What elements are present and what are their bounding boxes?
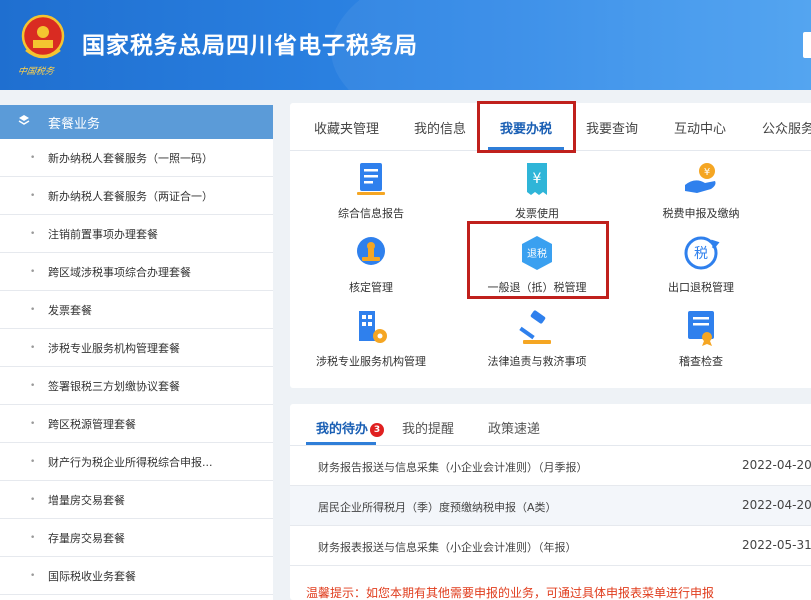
sidebar-item-label: 国际税收业务套餐 [48,569,136,583]
tab-public-service[interactable]: 公众服务 [762,118,811,137]
todo-date: 2022-04-20 [742,458,811,472]
service-label: 税费申报及缴纳 [662,207,740,220]
sidebar-item[interactable]: • 新办纳税人套餐服务（两证合一） [0,177,273,215]
sidebar-item-label: 新办纳税人套餐服务（两证合一） [48,189,213,203]
bullet-icon: • [30,304,36,315]
service-label: 稽查检查 [679,355,723,368]
tab-policy-news[interactable]: 政策速递 [488,418,540,437]
sidebar-item[interactable]: • 跨区税源管理套餐 [0,405,273,443]
tab-highlight-box [477,101,576,153]
bullet-icon: • [30,418,36,429]
sidebar-item[interactable]: • 涉税专业服务机构管理套餐 [0,329,273,367]
sidebar-item-label: 注销前置事项办理套餐 [48,227,158,241]
svg-text:税: 税 [694,246,708,262]
sidebar-title: 套餐业务 [48,116,101,132]
todo-date: 2022-05-31 [742,538,811,552]
sidebar-item[interactable]: • 签署银税三方划缴协议套餐 [0,367,273,405]
site-title: 国家税务总局四川省电子税务局 [82,33,418,59]
bullet-icon: • [30,228,36,239]
sidebar-item-label: 签署银税三方划缴协议套餐 [48,379,180,393]
service-label: 法律追责与救济事项 [487,355,587,368]
bullet-icon: • [30,494,36,505]
bullet-icon: • [30,532,36,543]
inspection-icon [688,311,714,346]
bullet-icon: • [30,342,36,353]
todo-count-badge: 3 [370,423,385,437]
todo-title: 居民企业所得税月（季）度预缴纳税申报（A类） [318,501,557,514]
site-header: 中国税务 国家税务总局四川省电子税务局 [0,0,811,90]
bullet-icon: • [30,152,36,163]
todo-row[interactable]: 居民企业所得税月（季）度预缴纳税申报（A类） 2022-04-20 [290,486,811,526]
todo-panel: 我的待办 3 我的提醒 政策速递 财务报告报送与信息采集（小企业会计准则）（月季报… [290,404,811,600]
header-user-button[interactable] [803,32,811,58]
tab-my-reminders[interactable]: 我的提醒 [402,418,454,437]
tab-label: 我的待办 [316,422,369,437]
sidebar-header[interactable]: 套餐业务 [0,105,273,139]
invoice-icon: ¥ [527,163,547,195]
tab-query[interactable]: 我要查询 [586,118,638,137]
svg-text:¥: ¥ [533,171,542,187]
bullet-icon: • [30,190,36,201]
sidebar-item[interactable]: • 跨区域涉税事项综合办理套餐 [0,253,273,291]
service-legal-remedy[interactable]: 法律追责与救济事项 [452,307,622,369]
active-tab-indicator [306,442,376,445]
svg-text:¥: ¥ [704,167,710,178]
bullet-icon: • [30,570,36,581]
sidebar-item[interactable]: • 注销前置事项办理套餐 [0,215,273,253]
service-comprehensive-report[interactable]: 综合信息报告 [286,159,456,221]
bullet-icon: • [30,456,36,467]
sidebar-item-label: 跨区税源管理套餐 [48,417,136,431]
todo-title: 财务报表报送与信息采集（小企业会计准则）（年报） [318,541,577,554]
sidebar-item-label: 存量房交易套餐 [48,531,125,545]
emblem-caption: 中国税务 [16,67,55,77]
report-icon [357,163,385,195]
sidebar-item[interactable]: • 新办纳税人套餐服务（一照一码） [0,139,273,177]
service-label: 发票使用 [515,207,559,220]
refund-highlight-box [467,221,609,299]
sidebar-item-label: 新办纳税人套餐服务（一照一码） [48,151,213,165]
todo-title: 财务报告报送与信息采集（小企业会计准则）（月季报） [318,461,588,474]
service-invoice-use[interactable]: ¥ 发票使用 [452,159,622,221]
bullet-icon: • [30,380,36,391]
sidebar-item-label: 涉税专业服务机构管理套餐 [48,341,180,355]
tab-interaction[interactable]: 互动中心 [674,118,726,137]
sidebar-item[interactable]: • 增量房交易套餐 [0,481,273,519]
gavel-icon [519,310,551,344]
todo-tabs: 我的待办 3 我的提醒 政策速递 [290,404,811,446]
service-agency-management[interactable]: 涉税专业服务机构管理 [286,307,456,369]
layers-icon [18,114,30,130]
sidebar-item[interactable]: • 财产行为税企业所得税综合申报... [0,443,273,481]
service-tax-declaration[interactable]: ¥ 税费申报及缴纳 [616,159,786,221]
sidebar-item-label: 跨区域涉税事项综合办理套餐 [48,265,191,279]
sidebar-item[interactable]: • 存量房交易套餐 [0,519,273,557]
building-gear-icon [359,311,387,343]
sidebar-item-label: 财产行为税企业所得税综合申报... [48,455,213,469]
sidebar-item-label: 发票套餐 [48,303,92,317]
service-export-refund[interactable]: 税 出口退税管理 [616,233,786,295]
sidebar-item[interactable]: • 国际税收业务套餐 [0,557,273,595]
service-label: 涉税专业服务机构管理 [316,355,426,368]
tab-my-info[interactable]: 我的信息 [414,118,466,137]
services-panel: 收藏夹管理 我的信息 我要办税 我要查询 互动中心 公众服务 综合信息报告 ¥ … [290,101,811,388]
package-sidebar: 套餐业务 • 新办纳税人套餐服务（一照一码） • 新办纳税人套餐服务（两证合一） •… [0,105,273,600]
stamp-icon [357,237,385,265]
todo-date: 2022-04-20 [742,498,811,512]
declaration-tip: 温馨提示：如您本期有其他需要申报的业务，可通过具体申报表菜单进行申报 [306,586,715,600]
service-label: 综合信息报告 [338,207,404,220]
sidebar-item-label: 增量房交易套餐 [48,493,125,507]
todo-row[interactable]: 财务报表报送与信息采集（小企业会计准则）（年报） 2022-05-31 [290,526,811,566]
bullet-icon: • [30,266,36,277]
sidebar-item[interactable]: • 发票套餐 [0,291,273,329]
service-label: 出口退税管理 [668,281,734,294]
tax-payment-icon: ¥ [685,163,716,193]
todo-row[interactable]: 财务报告报送与信息采集（小企业会计准则）（月季报） 2022-04-20 [290,446,811,486]
service-inspection[interactable]: 稽查检查 [616,307,786,369]
tax-emblem-icon [21,14,65,59]
service-assessment[interactable]: 核定管理 [286,233,456,295]
tab-my-todo[interactable]: 我的待办 3 [316,418,385,437]
export-refund-icon: 税 [684,236,720,270]
tab-favorites[interactable]: 收藏夹管理 [314,118,379,137]
service-label: 核定管理 [349,281,393,294]
